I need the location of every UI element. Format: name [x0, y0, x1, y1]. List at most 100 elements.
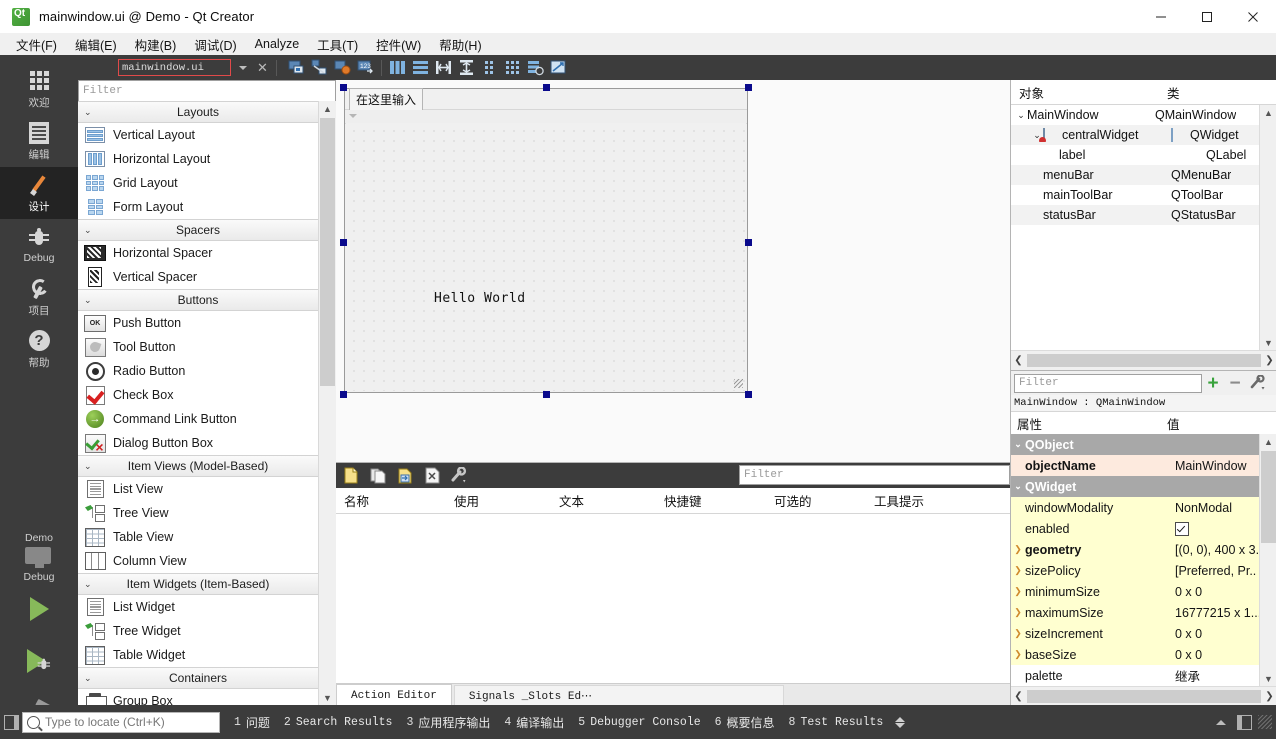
property-scroll-down-icon[interactable]: ▼ — [1260, 671, 1276, 686]
property-value[interactable] — [1169, 434, 1260, 455]
mode-welcome[interactable]: 欢迎 — [0, 63, 78, 115]
property-row[interactable]: ❯ minimumSize 0 x 0 — [1011, 581, 1260, 602]
object-tree-row[interactable]: label QLabel — [1011, 145, 1260, 165]
size-grip-icon[interactable] — [734, 379, 743, 388]
new-action-icon[interactable] — [339, 465, 363, 487]
widget-item[interactable]: Form Layout — [78, 195, 318, 219]
widget-item[interactable]: Tree Widget — [78, 619, 318, 643]
output-pane-updown-icon[interactable] — [895, 716, 906, 728]
widget-group-spacers[interactable]: ⌄ Spacers — [78, 219, 318, 241]
selection-handle-bl[interactable] — [340, 391, 347, 398]
resize-grip-icon[interactable] — [1258, 715, 1272, 729]
property-row[interactable]: ❯ maximumSize 16777215 x 1... — [1011, 602, 1260, 623]
property-configure-icon[interactable] — [1246, 372, 1268, 394]
action-editor-filter-input[interactable]: Filter — [739, 465, 1010, 485]
tab-signals-slots-editor[interactable]: Signals _Slots Ed⋯ — [453, 685, 784, 706]
action-column-header[interactable]: 使用 — [446, 491, 551, 510]
widget-item[interactable]: Grid Layout — [78, 171, 318, 195]
layout-vertically-icon[interactable] — [410, 57, 431, 78]
action-column-header[interactable]: 可选的 — [766, 491, 866, 510]
adjust-size-icon[interactable] — [548, 57, 569, 78]
action-column-header[interactable]: 文本 — [551, 491, 656, 510]
object-tree-row[interactable]: ⌄ centralWidget QWidget — [1011, 125, 1260, 145]
property-value[interactable]: [Preferred, Pr.. — [1169, 560, 1260, 581]
maximize-button[interactable] — [1184, 0, 1230, 33]
close-icon[interactable]: ✕ — [257, 61, 268, 74]
widget-item[interactable]: Dialog Button Box — [78, 431, 318, 455]
copy-action-icon[interactable] — [366, 465, 390, 487]
object-tree-row[interactable]: menuBar QMenuBar — [1011, 165, 1260, 185]
widget-group-item-views[interactable]: ⌄ Item Views (Model-Based) — [78, 455, 318, 477]
action-editor-rows[interactable] — [336, 514, 1010, 682]
output-pane-button[interactable]: 1 问题 — [234, 714, 270, 731]
edit-tab-order-icon[interactable]: 123 — [355, 57, 376, 78]
chevron-right-icon[interactable]: ❯ — [1011, 586, 1025, 597]
property-value[interactable]: [(0, 0), 400 x 3.. — [1169, 539, 1260, 560]
chevron-right-icon[interactable]: ❯ — [1011, 607, 1025, 618]
object-tree-hscrollbar[interactable]: ❮ ❯ — [1011, 350, 1276, 370]
open-file-selector[interactable]: mainwindow.ui — [118, 59, 231, 76]
property-value[interactable]: 0 x 0 — [1169, 623, 1260, 644]
action-column-header[interactable]: 快捷键 — [656, 491, 766, 510]
property-value[interactable] — [1169, 476, 1260, 497]
chevron-down-icon[interactable] — [239, 65, 247, 70]
hscroll-thumb[interactable] — [1027, 354, 1261, 367]
mode-projects[interactable]: 项目 — [0, 271, 78, 323]
selection-handle-tr[interactable] — [745, 84, 752, 91]
layout-grid-icon[interactable] — [502, 57, 523, 78]
form-container[interactable]: 在这里输入 Hello World — [340, 84, 752, 398]
sidebar-toggle-button[interactable] — [0, 705, 22, 739]
menu-build[interactable]: 构建(B) — [126, 33, 186, 56]
property-row[interactable]: ❯ geometry [(0, 0), 400 x 3.. — [1011, 539, 1260, 560]
output-pane-button[interactable]: 4 编译输出 — [504, 714, 564, 731]
output-pane-button[interactable]: 5 Debugger Console — [578, 716, 700, 729]
widget-group-containers[interactable]: ⌄ Containers — [78, 667, 318, 689]
widget-item[interactable]: Table View — [78, 525, 318, 549]
output-pane-button[interactable]: 6 概要信息 — [715, 714, 775, 731]
widget-item[interactable]: Table Widget — [78, 643, 318, 667]
chevron-down-icon[interactable]: ⌄ — [1011, 481, 1025, 492]
menu-file[interactable]: 文件(F) — [7, 33, 66, 56]
layout-splitter-vertical-icon[interactable] — [456, 57, 477, 78]
property-row[interactable]: ❯ sizeIncrement 0 x 0 — [1011, 623, 1260, 644]
plus-icon[interactable]: + — [1202, 372, 1224, 394]
object-tree-row[interactable]: statusBar QStatusBar — [1011, 205, 1260, 225]
property-filter-input[interactable]: Filter — [1014, 373, 1202, 393]
layout-form-icon[interactable] — [479, 57, 500, 78]
property-value[interactable]: 继承 — [1169, 665, 1260, 686]
minimize-button[interactable] — [1138, 0, 1184, 33]
widget-item[interactable]: Vertical Layout — [78, 123, 318, 147]
chevron-right-icon[interactable]: ❯ — [1011, 649, 1025, 660]
widget-item[interactable]: OK Push Button — [78, 311, 318, 335]
paste-action-icon[interactable] — [393, 465, 417, 487]
property-row[interactable]: windowModality NonModal — [1011, 497, 1260, 518]
object-scroll-up-icon[interactable]: ▲ — [1260, 105, 1276, 120]
chevron-right-icon[interactable]: ❯ — [1011, 544, 1025, 555]
edit-signals-slots-icon[interactable] — [309, 57, 330, 78]
widget-group-item-widgets[interactable]: ⌄ Item Widgets (Item-Based) — [78, 573, 318, 595]
minus-icon[interactable]: − — [1224, 372, 1246, 394]
mode-design[interactable]: 设计 — [0, 167, 78, 219]
property-hscroll-right-icon[interactable]: ❯ — [1262, 691, 1276, 702]
property-value[interactable]: 0 x 0 — [1169, 581, 1260, 602]
menu-tools[interactable]: 工具(T) — [308, 33, 367, 56]
delete-action-icon[interactable] — [420, 465, 444, 487]
layout-horizontally-icon[interactable] — [387, 57, 408, 78]
property-value[interactable]: 0 x 0 — [1169, 644, 1260, 665]
property-hscroll-thumb[interactable] — [1027, 690, 1261, 703]
output-pane-button[interactable]: 3 应用程序输出 — [406, 714, 490, 731]
widget-item[interactable]: Horizontal Spacer — [78, 241, 318, 265]
selection-handle-mr[interactable] — [745, 239, 752, 246]
widget-item[interactable]: Tool Button — [78, 335, 318, 359]
object-scroll-down-icon[interactable]: ▼ — [1260, 335, 1276, 350]
mode-help[interactable]: ? 帮助 — [0, 323, 78, 375]
mode-edit[interactable]: 编辑 — [0, 115, 78, 167]
locator-input[interactable]: Type to locate (Ctrl+K) — [22, 711, 220, 733]
type-here-placeholder[interactable]: 在这里输入 — [349, 87, 424, 111]
selection-handle-tl[interactable] — [340, 84, 347, 91]
design-canvas[interactable]: 在这里输入 Hello World — [336, 80, 1010, 462]
scrollbar-thumb[interactable] — [320, 118, 335, 386]
edit-widgets-icon[interactable] — [286, 57, 307, 78]
layout-splitter-horizontal-icon[interactable] — [433, 57, 454, 78]
widget-item[interactable]: Vertical Spacer — [78, 265, 318, 289]
